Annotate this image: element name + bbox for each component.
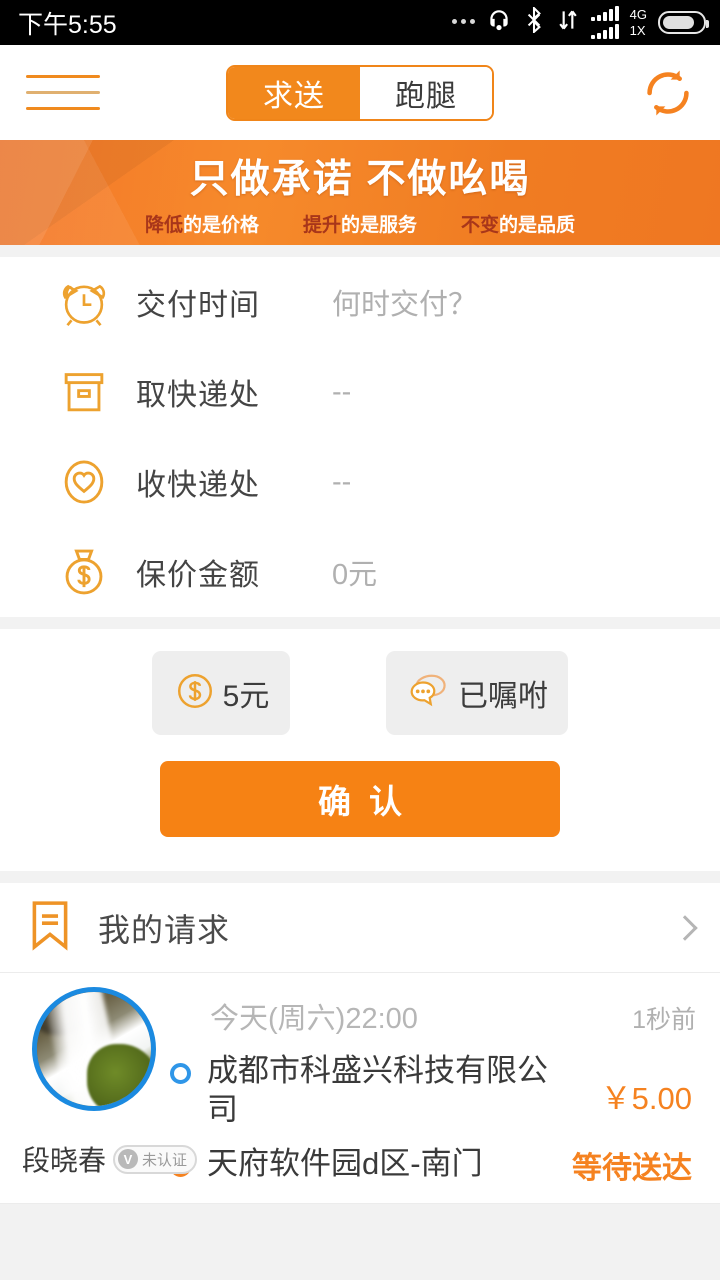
form-row-delivery-time[interactable]: 交付时间 何时交付？: [0, 257, 720, 347]
battery-icon: [658, 11, 709, 34]
spacer: [0, 871, 720, 883]
more-dots-icon: [451, 19, 475, 26]
order-scheduled-time: 今天(周六)22:00: [210, 1003, 418, 1035]
order-form-card: 交付时间 何时交付？ 取快递处 -- 收快递处 -- 保价金额 0元: [0, 257, 720, 617]
my-requests-label: 我的请求: [98, 911, 231, 948]
verification-badge: V 未认证: [113, 1144, 198, 1174]
order-price: ￥5.00: [600, 1081, 692, 1116]
form-row-receive-place[interactable]: 收快递处 --: [0, 437, 720, 527]
instructions-chip[interactable]: 已嘱咐: [386, 651, 568, 735]
banner-subtitle: 降低的是价格 提升的是服务 不变的是品质: [145, 210, 575, 237]
form-value-pickup-place: --: [332, 375, 352, 408]
headset-icon: [486, 7, 512, 38]
order-username-row: 段晓春 V 未认证: [22, 1139, 198, 1179]
form-row-insured-amount[interactable]: 保价金额 0元: [0, 527, 720, 617]
form-label-insured-amount: 保价金额: [136, 559, 260, 592]
order-header-row: 今天(周六)22:00 1秒前: [170, 995, 696, 1037]
refresh-icon[interactable]: [642, 67, 694, 119]
banner-sub-item-2: 提升的是服务: [302, 215, 418, 236]
status-bar-time: 下午5:55: [18, 10, 117, 39]
alarm-clock-icon: [52, 273, 116, 331]
avatar[interactable]: [32, 987, 156, 1111]
tab-qiusong[interactable]: 求送: [228, 66, 360, 119]
chip-row: 5元 已嘱咐: [0, 629, 720, 735]
form-label-receive-place: 收快递处: [136, 469, 260, 502]
chevron-right-icon: [672, 914, 698, 941]
order-posted-ago: 1秒前: [632, 1006, 696, 1034]
network-type-1x: 1X: [629, 23, 646, 38]
heart-oval-icon: [52, 453, 116, 511]
status-bar-icons: 4G 1X: [451, 5, 709, 39]
package-box-icon: [52, 363, 116, 421]
hamburger-menu-icon[interactable]: [26, 75, 100, 110]
order-from-address: 成都市科盛兴科技有限公司: [207, 1053, 548, 1128]
signal-bars-icon: [590, 6, 619, 39]
network-type-4g: 4G: [629, 7, 647, 22]
network-type-label: 4G 1X: [630, 8, 647, 37]
status-badge: 等待送达: [572, 1152, 692, 1185]
form-row-pickup-place[interactable]: 取快递处 --: [0, 347, 720, 437]
mode-tab-group: 求送 跑腿: [226, 64, 494, 121]
order-username: 段晓春: [22, 1145, 107, 1177]
promo-banner: 只做承诺 不做吆喝 降低的是价格 提升的是服务 不变的是品质: [0, 140, 720, 245]
confirm-button[interactable]: 确认: [160, 761, 560, 837]
bluetooth-icon: [523, 5, 545, 38]
instructions-label: 已嘱咐: [458, 680, 548, 713]
form-value-receive-place: --: [332, 465, 352, 498]
origin-dot-icon: [170, 1063, 191, 1084]
banner-sub-item-1: 降低的是价格: [144, 215, 259, 236]
bookmark-icon: [24, 896, 76, 959]
verification-label: 未认证: [142, 1151, 188, 1169]
banner-title: 只做承诺 不做吆喝: [189, 158, 531, 201]
bottom-area: [0, 1217, 720, 1280]
order-card[interactable]: 今天(周六)22:00 1秒前 成都市科盛兴科技有限公司 天府软件园d区-南门 …: [0, 973, 720, 1204]
money-bag-icon: [52, 543, 116, 601]
form-value-insured-amount: 0元: [332, 559, 378, 591]
tab-paotui[interactable]: 跑腿: [360, 66, 492, 119]
verified-v-icon: V: [118, 1149, 139, 1170]
action-area: 5元 已嘱咐 确认: [0, 629, 720, 871]
banner-sub-item-3: 不变的是品质: [461, 215, 576, 236]
spacer: [0, 245, 720, 257]
app-screen: 下午5:55 4G 1X 求送 跑腿 只做承诺 不做吆喝 降低的是价格 提升的是…: [0, 0, 720, 1280]
app-header: 求送 跑腿: [0, 45, 720, 140]
status-bar: 下午5:55 4G 1X: [0, 0, 720, 45]
tip-amount-chip[interactable]: 5元: [152, 651, 290, 735]
chat-bubbles-icon: [406, 668, 452, 719]
tip-amount-label: 5元: [222, 680, 270, 713]
dollar-circle-icon: [173, 669, 217, 718]
my-requests-row[interactable]: 我的请求: [0, 883, 720, 973]
divider: [0, 1203, 720, 1205]
form-label-pickup-place: 取快递处: [136, 379, 260, 412]
spacer: [0, 617, 720, 629]
data-transfer-icon: [556, 7, 580, 38]
order-to-address: 天府软件园d区-南门: [207, 1145, 483, 1181]
form-label-delivery-time: 交付时间: [136, 289, 260, 322]
form-value-delivery-time: 何时交付？: [332, 289, 478, 321]
